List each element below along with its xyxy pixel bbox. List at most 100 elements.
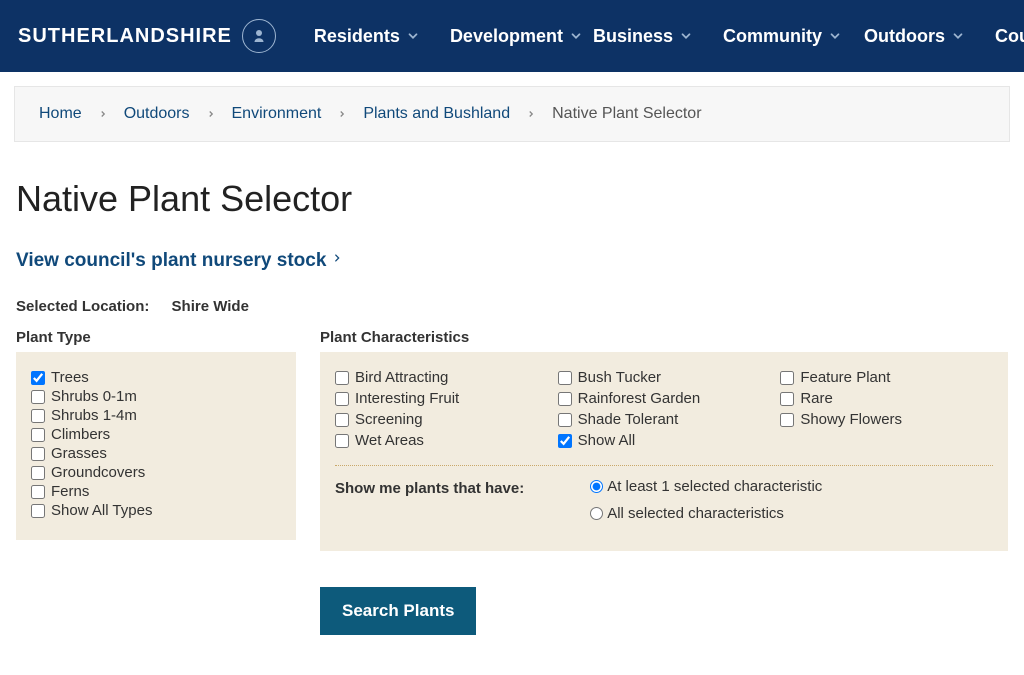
location-value: Shire Wide <box>172 298 249 315</box>
brand-text: SUTHERLANDSHIRE <box>18 25 232 48</box>
option-label: Bush Tucker <box>578 369 661 386</box>
match-option[interactable]: All selected characteristics <box>590 505 822 522</box>
breadcrumb: Home Outdoors Environment Plants and Bus… <box>14 86 1010 142</box>
option-label: Shrubs 0-1m <box>51 388 137 405</box>
checkbox[interactable] <box>558 413 572 427</box>
chevron-right-icon <box>337 107 347 121</box>
plant-type-option[interactable]: Shrubs 1-4m <box>31 407 281 424</box>
checkbox[interactable] <box>31 466 45 480</box>
characteristics-panel: Bird Attracting Bush Tucker Feature Plant I… <box>320 352 1008 551</box>
breadcrumb-link-environment[interactable]: Environment <box>232 105 322 123</box>
chevron-right-icon <box>206 107 216 121</box>
characteristic-option[interactable]: Rare <box>780 390 993 407</box>
breadcrumb-link-outdoors[interactable]: Outdoors <box>124 105 190 123</box>
plant-type-option[interactable]: Ferns <box>31 483 281 500</box>
characteristic-option[interactable]: Wet Areas <box>335 432 548 449</box>
characteristic-option[interactable]: Bird Attracting <box>335 369 548 386</box>
checkbox[interactable] <box>558 392 572 406</box>
option-label: Trees <box>51 369 89 386</box>
chevron-down-icon <box>679 29 693 43</box>
characteristic-option[interactable]: Rainforest Garden <box>558 390 771 407</box>
nav-item-outdoors[interactable]: Outdoors <box>864 26 965 47</box>
nav-items: Residents Development Business Community… <box>314 26 1024 47</box>
plant-type-option[interactable]: Groundcovers <box>31 464 281 481</box>
checkbox[interactable] <box>335 434 349 448</box>
plant-type-title: Plant Type <box>16 329 296 346</box>
search-plants-button[interactable]: Search Plants <box>320 587 476 635</box>
nav-label: Residents <box>314 26 400 47</box>
radio[interactable] <box>590 480 603 493</box>
nav-label: Council <box>995 26 1024 47</box>
page-title: Native Plant Selector <box>16 178 1008 220</box>
checkbox[interactable] <box>31 371 45 385</box>
nav-item-development[interactable]: Development <box>450 26 583 47</box>
divider <box>335 465 993 466</box>
nursery-stock-link[interactable]: View council's plant nursery stock <box>16 250 342 272</box>
plant-type-panel: Trees Shrubs 0-1m Shrubs 1-4m Climbers Grass… <box>16 352 296 540</box>
checkbox[interactable] <box>31 447 45 461</box>
characteristic-option[interactable]: Feature Plant <box>780 369 993 386</box>
chevron-right-icon <box>526 107 536 121</box>
characteristic-option[interactable]: Show All <box>558 432 771 449</box>
chevron-right-icon <box>98 107 108 121</box>
option-label: Interesting Fruit <box>355 390 459 407</box>
chevron-right-icon <box>332 250 342 272</box>
checkbox[interactable] <box>335 413 349 427</box>
nav-label: Development <box>450 26 563 47</box>
checkbox[interactable] <box>780 413 794 427</box>
plant-type-option[interactable]: Grasses <box>31 445 281 462</box>
checkbox[interactable] <box>335 392 349 406</box>
plant-type-option[interactable]: Shrubs 0-1m <box>31 388 281 405</box>
nav-item-residents[interactable]: Residents <box>314 26 420 47</box>
checkbox[interactable] <box>31 428 45 442</box>
checkbox[interactable] <box>780 392 794 406</box>
nav-item-business[interactable]: Business <box>593 26 693 47</box>
nav-item-community[interactable]: Community <box>723 26 842 47</box>
checkbox[interactable] <box>31 485 45 499</box>
council-seal-icon <box>242 19 276 53</box>
chevron-down-icon <box>951 29 965 43</box>
plant-type-option[interactable]: Climbers <box>31 426 281 443</box>
option-label: Shrubs 1-4m <box>51 407 137 424</box>
match-label: Show me plants that have: <box>335 478 524 497</box>
breadcrumb-link-plants[interactable]: Plants and Bushland <box>363 105 510 123</box>
checkbox[interactable] <box>31 390 45 404</box>
option-label: At least 1 selected characteristic <box>607 478 822 495</box>
option-label: Show All Types <box>51 502 152 519</box>
checkbox[interactable] <box>31 409 45 423</box>
option-label: Climbers <box>51 426 110 443</box>
characteristic-option[interactable]: Bush Tucker <box>558 369 771 386</box>
nav-label: Business <box>593 26 673 47</box>
checkbox[interactable] <box>31 504 45 518</box>
checkbox[interactable] <box>558 371 572 385</box>
checkbox[interactable] <box>558 434 572 448</box>
option-label: Grasses <box>51 445 107 462</box>
characteristics-title: Plant Characteristics <box>320 329 1008 346</box>
characteristic-option[interactable]: Showy Flowers <box>780 411 993 428</box>
selected-location: Selected Location: Shire Wide <box>16 298 1008 315</box>
checkbox[interactable] <box>335 371 349 385</box>
top-nav: SUTHERLANDSHIRE Residents Development Bu… <box>0 0 1024 72</box>
location-label: Selected Location: <box>16 298 149 315</box>
characteristic-option[interactable]: Interesting Fruit <box>335 390 548 407</box>
radio[interactable] <box>590 507 603 520</box>
chevron-down-icon <box>569 29 583 43</box>
match-option[interactable]: At least 1 selected characteristic <box>590 478 822 495</box>
plant-type-option[interactable]: Trees <box>31 369 281 386</box>
checkbox[interactable] <box>780 371 794 385</box>
characteristic-option[interactable]: Shade Tolerant <box>558 411 771 428</box>
option-label: Ferns <box>51 483 89 500</box>
plant-type-option[interactable]: Show All Types <box>31 502 281 519</box>
breadcrumb-current: Native Plant Selector <box>552 105 701 123</box>
characteristic-option[interactable]: Screening <box>335 411 548 428</box>
nav-label: Outdoors <box>864 26 945 47</box>
option-label: Wet Areas <box>355 432 424 449</box>
option-label: All selected characteristics <box>607 505 784 522</box>
nursery-stock-link-text: View council's plant nursery stock <box>16 250 326 272</box>
option-label: Shade Tolerant <box>578 411 679 428</box>
brand-logo[interactable]: SUTHERLANDSHIRE <box>18 19 276 53</box>
nav-item-council[interactable]: Council <box>995 26 1024 47</box>
breadcrumb-link-home[interactable]: Home <box>39 105 82 123</box>
option-label: Feature Plant <box>800 369 890 386</box>
option-label: Showy Flowers <box>800 411 902 428</box>
